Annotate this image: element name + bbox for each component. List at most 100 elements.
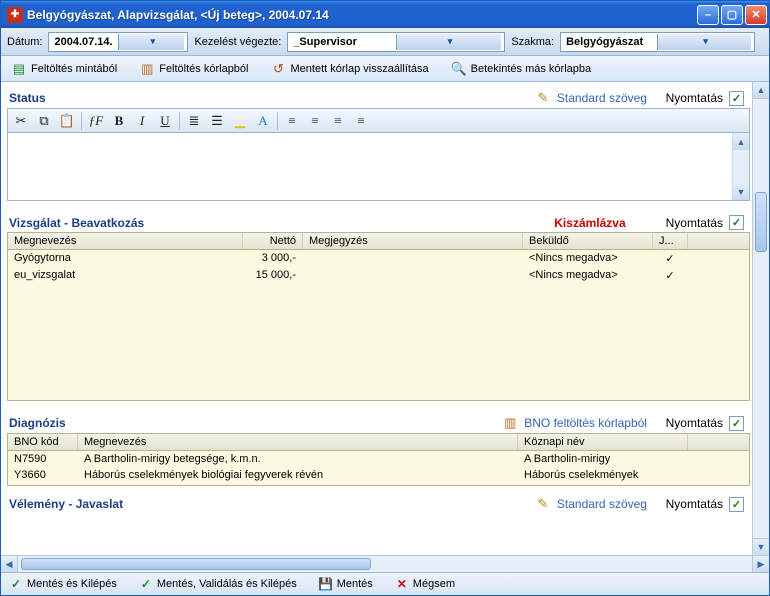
chevron-down-icon[interactable]: ▾ [118,34,185,50]
cancel-icon: ✕ [395,577,409,591]
print-label: Nyomtatás [666,216,723,230]
main-hscroll[interactable]: ◀ ▶ [1,555,769,572]
print-checkbox[interactable]: ✓ [729,416,744,431]
fill-from-korlap[interactable]: ▥Feltöltés kórlapból [139,61,248,77]
main-vscroll[interactable]: ▲ ▼ [752,82,769,555]
col-common[interactable]: Köznapi név [518,434,688,450]
main-content: Status ✎ Standard szöveg Nyomtatás ✓ ✂ ⧉… [1,82,752,555]
print-checkbox[interactable]: ✓ [729,215,744,230]
editor-scrollbar[interactable]: ▲ ▼ [732,133,749,200]
view-other-korlap[interactable]: 🔍Betekintés más kórlapba [451,61,591,77]
align-center-button[interactable]: ≡ [304,110,326,131]
standard-text-link[interactable]: Standard szöveg [557,497,647,511]
diag-title: Diagnózis [9,416,502,430]
check-icon: ✓ [139,577,153,591]
exam-section-head: Vizsgálat - Beavatkozás Kiszámlázva Nyom… [7,211,750,232]
scroll-down-icon[interactable]: ▼ [753,538,769,555]
copy-icon[interactable]: ⧉ [33,110,55,131]
col-sender[interactable]: Beküldő [523,233,653,249]
align-left-button[interactable]: ≡ [281,110,303,131]
col-ok[interactable]: J... [653,233,688,249]
edit-icon: ✎ [535,496,551,512]
scroll-thumb[interactable] [21,558,371,570]
titlebar: ✚ Belgyógyászat, Alapvizsgálat, <Új bete… [1,1,769,28]
save-icon: 💾 [319,577,333,591]
statusbar: ✓Mentés és Kilépés ✓Mentés, Validálás és… [1,572,769,595]
col-note[interactable]: Megjegyzés [303,233,523,249]
szakma-value: Belgyógyászat [564,36,657,48]
paste-icon[interactable]: 📋 [56,110,78,131]
save-button[interactable]: 💾Mentés [319,577,373,591]
save-validate-exit-button[interactable]: ✓Mentés, Validálás és Kilépés [139,577,297,591]
status-section-head: Status ✎ Standard szöveg Nyomtatás ✓ [7,86,750,108]
status-editor[interactable]: ▲ ▼ [7,133,750,201]
col-name[interactable]: Megnevezés [78,434,518,450]
print-checkbox[interactable]: ✓ [729,91,744,106]
col-bno[interactable]: BNO kód [8,434,78,450]
underline-button[interactable]: U [154,110,176,131]
korlap-icon: ▥ [139,61,155,77]
scroll-down-icon[interactable]: ▼ [733,183,749,200]
chevron-down-icon[interactable]: ▾ [657,34,751,50]
col-name[interactable]: Megnevezés [8,233,243,249]
align-right-button[interactable]: ≡ [327,110,349,131]
diag-grid: BNO kód Megnevezés Köznapi név N7590 A B… [7,433,750,486]
numbered-button[interactable]: ☰ [206,110,228,131]
print-label: Nyomtatás [666,91,723,105]
opinion-title: Vélemény - Javaslat [9,497,535,511]
opinion-section-head: Vélemény - Javaslat ✎ Standard szöveg Ny… [7,492,750,514]
edit-icon: ✎ [535,90,551,106]
szakma-combo[interactable]: Belgyógyászat ▾ [560,32,755,52]
restore-icon: ↺ [271,61,287,77]
scroll-thumb[interactable] [755,192,767,252]
table-row[interactable]: Gyógytorna 3 000,- <Nincs megadva> ✓ [8,250,749,267]
highlight-button[interactable]: ▁ [229,110,251,131]
supervisor-combo[interactable]: _Supervisor ▾ [287,32,505,52]
window-title: Belgyógyászat, Alapvizsgálat, <Új beteg>… [27,8,697,22]
print-label: Nyomtatás [666,416,723,430]
exam-grid-header: Megnevezés Nettó Megjegyzés Beküldő J... [8,233,749,250]
diag-grid-body[interactable]: N7590 A Bartholin-mirigy betegsége, k.m.… [8,451,749,485]
bold-button[interactable]: B [108,110,130,131]
scroll-up-icon[interactable]: ▲ [753,82,769,99]
table-row[interactable]: Y3660 Háborús cselekmények biológiai feg… [8,467,749,483]
date-value: 2004.07.14. [52,36,118,48]
bullets-button[interactable]: ≣ [183,110,205,131]
print-label: Nyomtatás [666,497,723,511]
fontcolor-button[interactable]: A [252,110,274,131]
supervisor-value: _Supervisor [291,36,396,48]
action-toolbar: ▤Feltöltés mintából ▥Feltöltés kórlapból… [1,56,769,82]
exam-title: Vizsgálat - Beavatkozás [9,216,554,230]
date-label: Dátum: [7,36,42,48]
cut-icon[interactable]: ✂ [10,110,32,131]
close-button[interactable]: ✕ [745,5,767,25]
maximize-button[interactable]: ▢ [721,5,743,25]
italic-button[interactable]: I [131,110,153,131]
table-row[interactable]: eu_vizsgalat 15 000,- <Nincs megadva> ✓ [8,267,749,284]
table-row[interactable]: N7590 A Bartholin-mirigy betegsége, k.m.… [8,451,749,467]
scroll-left-icon[interactable]: ◀ [1,556,18,572]
minimize-button[interactable]: – [697,5,719,25]
date-combo[interactable]: 2004.07.14. ▾ [48,32,188,52]
fill-from-template[interactable]: ▤Feltöltés mintából [11,61,117,77]
diag-section-head: Diagnózis ▥ BNO feltöltés kórlapból Nyom… [7,411,750,433]
korlap-icon: ▥ [502,415,518,431]
scroll-up-icon[interactable]: ▲ [733,133,749,150]
check-icon: ✓ [9,577,23,591]
chevron-down-icon[interactable]: ▾ [396,34,502,50]
print-checkbox[interactable]: ✓ [729,497,744,512]
save-exit-button[interactable]: ✓Mentés és Kilépés [9,577,117,591]
supervisor-label: Kezelést végezte: [194,36,281,48]
scroll-right-icon[interactable]: ▶ [752,556,769,572]
status-title: Status [9,91,535,105]
app-window: ✚ Belgyógyászat, Alapvizsgálat, <Új bete… [0,0,770,596]
editor-toolbar: ✂ ⧉ 📋 ƒF B I U ≣ ☰ ▁ A ≡ ≡ ≡ ≡ [7,108,750,133]
font-button[interactable]: ƒF [85,110,107,131]
cancel-button[interactable]: ✕Mégsem [395,577,455,591]
exam-grid-body[interactable]: Gyógytorna 3 000,- <Nincs megadva> ✓ eu_… [8,250,749,400]
col-net[interactable]: Nettó [243,233,303,249]
bno-fill-link[interactable]: BNO feltöltés kórlapból [524,416,647,430]
standard-text-link[interactable]: Standard szöveg [557,91,647,105]
restore-saved[interactable]: ↺Mentett kórlap visszaállítása [271,61,429,77]
align-justify-button[interactable]: ≡ [350,110,372,131]
